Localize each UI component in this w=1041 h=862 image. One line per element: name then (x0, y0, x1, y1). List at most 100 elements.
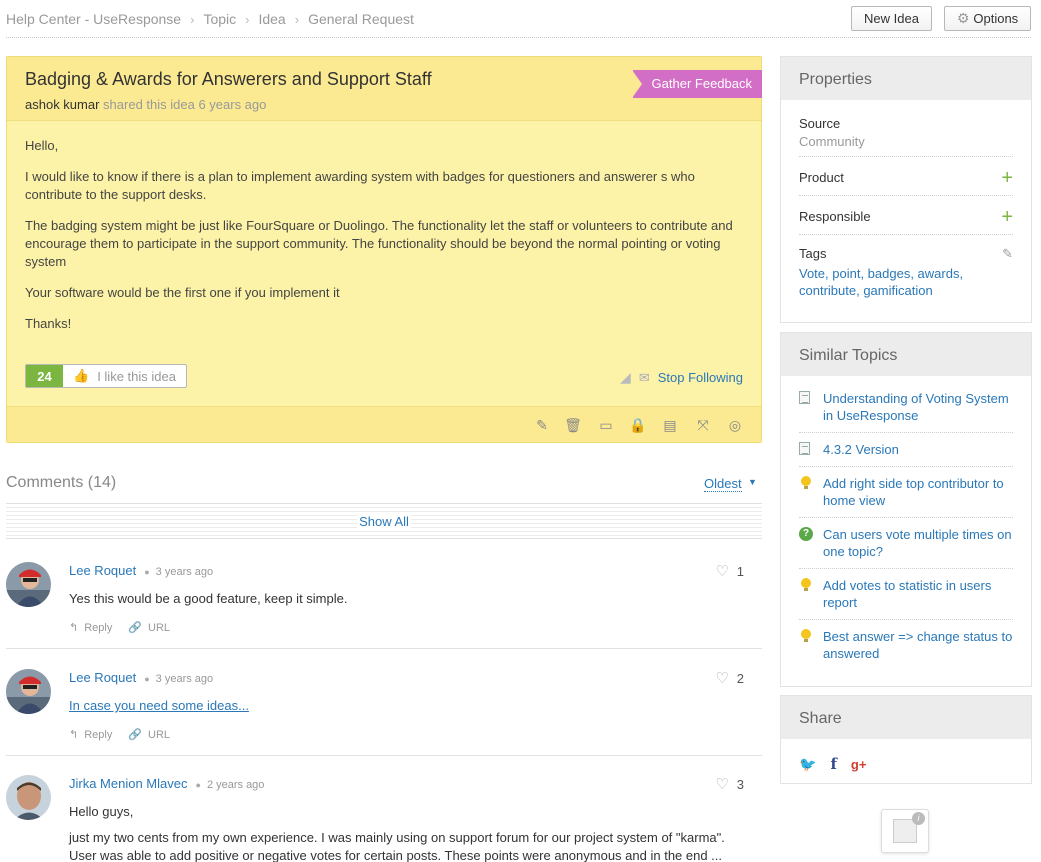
similar-topic-item[interactable]: 4.3.2 Version (799, 433, 1013, 467)
lock-icon[interactable]: 🔒 (629, 416, 647, 434)
comment-author-line: Lee Roquet ● 3 years ago (69, 670, 213, 685)
breadcrumb-item-topic[interactable]: Topic (203, 11, 236, 27)
similar-topic-item[interactable]: Add right side top contributor to home vi… (799, 467, 1013, 518)
comment-like-button[interactable]: ♡ 2 (715, 669, 744, 687)
support-icon[interactable]: ◎ (726, 416, 744, 434)
new-idea-label: New Idea (864, 11, 919, 26)
twitter-icon[interactable]: 🐦 (799, 756, 816, 773)
similar-topic-line: Can users vote multiple times on (823, 527, 1012, 542)
stop-following-link[interactable]: Stop Following (658, 370, 743, 385)
comment-time: 3 years ago (155, 673, 214, 685)
comment-item: Lee Roquet ● 3 years ago Yes this would be… (6, 562, 762, 646)
idea-shared-time: shared this idea 6 years ago (103, 97, 267, 112)
reply-button[interactable]: ↰ Reply (69, 621, 113, 635)
similar-topics-panel: Similar Topics Understanding of Voting S… (780, 332, 1032, 687)
new-idea-button[interactable]: New Idea (851, 6, 932, 31)
comment-text: Yes this would be a good feature, keep i… (69, 591, 348, 606)
similar-topic-line: Understanding of Voting System (823, 391, 1009, 406)
url-button[interactable]: 🔗 URL (128, 621, 171, 635)
merge-icon[interactable]: ⤧ (694, 416, 712, 434)
dot-separator: ● (144, 567, 150, 577)
comment-like-button[interactable]: ♡ 1 (715, 562, 744, 580)
tags-line[interactable]: contribute, gamification (799, 282, 1013, 299)
vote-widget[interactable]: 24 👍 I like this idea (25, 364, 187, 388)
add-responsible-icon[interactable]: + (1001, 207, 1013, 227)
share-title: Share (781, 696, 1031, 739)
similar-topics-list: Understanding of Voting System in UseResp… (781, 376, 1031, 670)
url-label: URL (148, 621, 171, 634)
comment-item: Lee Roquet ● 3 years ago In case you need … (6, 669, 762, 753)
breadcrumb-item-idea[interactable]: Idea (258, 11, 285, 27)
comment-time: 3 years ago (155, 566, 214, 578)
similar-topic-line: Add right side top contributor to (823, 476, 1004, 491)
comment-author-line: Lee Roquet ● 3 years ago (69, 563, 213, 578)
idea-meta: ashok kumar shared this idea 6 years ago (25, 97, 266, 112)
reply-label: Reply (84, 621, 113, 634)
similar-topic-item[interactable]: Understanding of Voting System in UseResp… (799, 382, 1013, 433)
info-icon: i (912, 812, 925, 825)
top-bar: Help Center - UseResponse › Topic › Idea › Gen… (6, 0, 1031, 38)
breadcrumb: Help Center - UseResponse › Topic › Idea › Gen… (6, 11, 414, 27)
avatar[interactable] (6, 775, 51, 820)
similar-topic-line: in UseResponse (823, 408, 919, 423)
gear-icon: ⚙ (956, 10, 970, 26)
avatar[interactable] (6, 669, 51, 714)
rss-icon[interactable]: ◢ (620, 369, 631, 386)
comment-like-button[interactable]: ♡ 3 (715, 775, 744, 793)
floating-help-widget[interactable]: i (881, 809, 929, 853)
similar-topic-item[interactable]: ? Can users vote multiple times on one top… (799, 518, 1013, 569)
property-source: Source Community (799, 100, 1013, 157)
breadcrumb-item-general-request[interactable]: General Request (308, 11, 414, 27)
comment-time: 2 years ago (206, 779, 265, 791)
dot-separator: ● (195, 780, 201, 790)
edit-icon[interactable]: ✎ (533, 416, 551, 434)
comments-title: Comments (14) (6, 474, 117, 491)
card-icon[interactable]: ▤ (661, 416, 679, 434)
properties-panel: Properties Source Community Product + Re… (780, 56, 1032, 323)
reply-button[interactable]: ↰ Reply (69, 728, 112, 742)
idea-paragraph: I would like to know if there is a plan … (25, 169, 695, 202)
options-button[interactable]: ⚙ Options (944, 6, 1031, 31)
like-idea-button[interactable]: 👍 I like this idea (63, 365, 186, 387)
sort-dropdown[interactable]: Oldest (704, 476, 742, 492)
reply-arrow-icon: ↰ (69, 729, 79, 741)
chevron-right-icon: › (190, 12, 195, 27)
edit-tags-icon[interactable]: ✎ (1002, 246, 1013, 262)
comment-author[interactable]: Jirka Menion Mlavec (69, 776, 188, 791)
google-plus-icon[interactable]: g+ (851, 757, 867, 772)
idea-author[interactable]: ashok kumar (25, 97, 99, 112)
comment-author[interactable]: Lee Roquet (69, 670, 136, 685)
similar-topic-item[interactable]: Add votes to statistic in users report (799, 569, 1013, 620)
comment-like-count: 2 (736, 670, 744, 686)
comment-like-count: 3 (736, 776, 744, 792)
comment-link[interactable]: In case you need some ideas... (69, 698, 249, 713)
chevron-right-icon: › (294, 12, 300, 27)
similar-topic-line: Best answer => change status to (823, 629, 1013, 644)
add-product-icon[interactable]: + (1001, 168, 1013, 188)
idea-header: Badging & Awards for Answerers and Suppo… (7, 57, 762, 121)
chevron-right-icon: › (245, 12, 250, 27)
tags-line[interactable]: Vote, point, badges, awards, (799, 265, 1013, 282)
breadcrumb-item-help-center[interactable]: Help Center - UseResponse (6, 11, 181, 27)
similar-topic-line: report (823, 595, 857, 610)
facebook-icon[interactable]: f (830, 755, 836, 773)
vote-count: 24 (26, 365, 63, 387)
thumbs-up-icon: 👍 (73, 368, 90, 383)
comment-divider (6, 755, 762, 756)
comment-author[interactable]: Lee Roquet (69, 563, 136, 578)
share-panel: Share 🐦 f g+ (780, 695, 1032, 784)
avatar[interactable] (6, 562, 51, 607)
caret-down-icon[interactable]: ▼ (748, 477, 757, 487)
url-button[interactable]: 🔗 URL (128, 728, 170, 742)
delete-icon[interactable]: 🗑 (564, 416, 582, 434)
question-icon: ? (799, 527, 813, 541)
property-responsible: Responsible + (799, 196, 1013, 235)
document-icon (799, 391, 810, 404)
show-all-link[interactable]: Show All (357, 513, 411, 529)
comment-paragraph: just my two cents from my own experience… (69, 830, 725, 862)
move-icon[interactable]: ▭ (597, 416, 615, 434)
link-icon: 🔗 (128, 729, 143, 741)
similar-topic-item[interactable]: Best answer => change status to answered (799, 620, 1013, 670)
idea-title: Badging & Awards for Answerers and Suppo… (25, 69, 432, 89)
comment-actions: ↰ Reply 🔗 URL (69, 728, 170, 742)
